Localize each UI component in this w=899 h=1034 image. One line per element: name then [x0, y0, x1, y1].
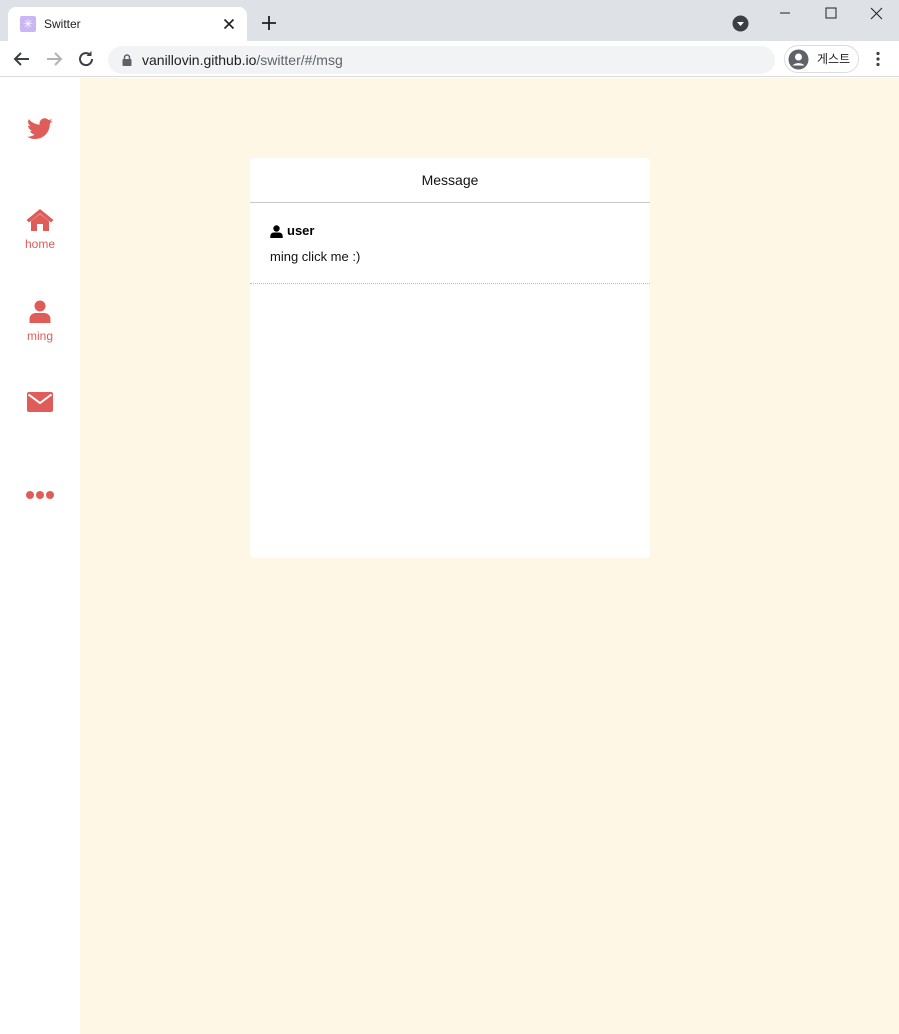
browser-menu-icon[interactable] — [868, 49, 888, 69]
sidebar-item-messages[interactable] — [0, 392, 80, 412]
lock-icon[interactable] — [120, 53, 134, 67]
envelope-icon — [27, 392, 53, 412]
page: home ming Message user ming click me:) — [0, 78, 899, 1034]
new-tab-icon[interactable] — [259, 13, 279, 33]
guest-avatar-icon — [788, 49, 809, 70]
browser-toolbar: vanillovin.github.io/switter/#/msg 게스트 — [0, 41, 899, 77]
tab-title: Switter — [44, 17, 81, 31]
minimize-window-icon[interactable] — [762, 0, 808, 30]
sender-user-icon — [270, 224, 283, 238]
sidebar-item-logo[interactable] — [0, 118, 80, 140]
reload-icon[interactable] — [74, 47, 98, 71]
forward-arrow-icon[interactable] — [42, 47, 66, 71]
home-icon — [26, 209, 54, 231]
sidebar-item-home[interactable]: home — [0, 209, 80, 251]
message-panel-header: Message — [250, 158, 650, 203]
browser-titlebar: ✳ Switter — [0, 0, 899, 41]
message-sender-name: user — [287, 223, 315, 238]
url-text: vanillovin.github.io/switter/#/msg — [142, 52, 343, 68]
close-window-icon[interactable] — [853, 0, 899, 30]
user-icon — [29, 300, 51, 323]
more-dots-icon — [26, 491, 54, 499]
sidebar-item-label: ming — [26, 329, 53, 343]
profile-button[interactable]: 게스트 — [784, 45, 859, 73]
url-path: /switter/#/msg — [256, 52, 343, 68]
message-sender: user — [270, 223, 630, 239]
sidebar-item-label: home — [24, 237, 56, 251]
message-panel: Message user ming click me :) — [250, 158, 650, 558]
maximize-window-icon[interactable] — [808, 0, 854, 30]
message-item[interactable]: user ming click me :) — [250, 203, 650, 284]
message-panel-title: Message — [421, 172, 479, 188]
tab-favicon-icon: ✳ — [20, 16, 36, 32]
profile-label: 게스트 — [817, 52, 851, 66]
sidebar-item-profile[interactable]: ming — [0, 300, 80, 343]
sidebar-item-more[interactable] — [0, 490, 80, 500]
main-content: Message user ming click me :) — [80, 78, 899, 1034]
address-bar[interactable]: vanillovin.github.io/switter/#/msg — [108, 46, 775, 74]
twitter-bird-icon — [27, 118, 53, 139]
sidebar: home ming — [0, 78, 80, 1034]
browser-tab[interactable]: ✳ Switter — [8, 7, 247, 41]
message-text: ming click me :) — [270, 249, 361, 264]
tab-search-icon[interactable] — [732, 15, 749, 32]
url-host: vanillovin.github.io — [142, 52, 257, 68]
back-arrow-icon[interactable] — [10, 47, 34, 71]
close-tab-icon[interactable] — [219, 14, 239, 34]
